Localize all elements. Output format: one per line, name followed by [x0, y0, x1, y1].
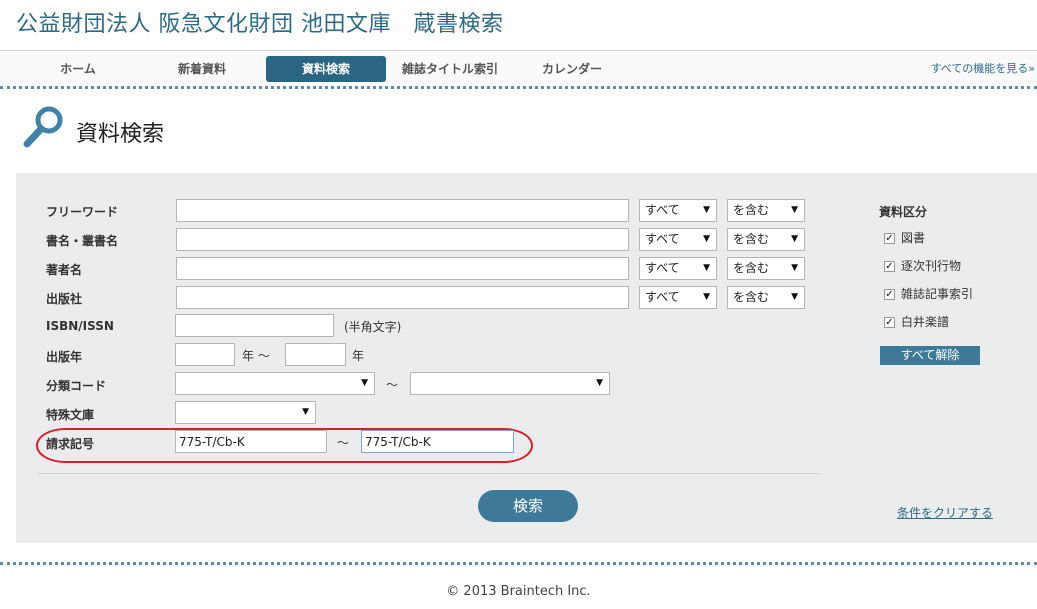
title-scope-select[interactable]: すべて ▼ [639, 228, 717, 251]
chevron-down-icon: ▼ [791, 263, 798, 273]
author-scope-select[interactable]: すべて ▼ [639, 257, 717, 280]
year-to-input[interactable] [285, 343, 346, 366]
page-title: 資料検索 [76, 122, 165, 147]
chevron-down-icon: ▼ [791, 205, 798, 215]
callno-to-input[interactable] [361, 430, 514, 453]
special-library-label: 特殊文庫 [46, 408, 95, 422]
freeword-scope-select[interactable]: すべて ▼ [639, 199, 717, 222]
checkbox-checked[interactable]: ✓ [884, 233, 895, 244]
freeword-scope-value: すべて [645, 203, 680, 217]
publisher-match-select[interactable]: を含む ▼ [727, 286, 805, 309]
clear-all-categories-button[interactable]: すべて解除 [880, 346, 980, 365]
category-heading: 資料区分 [879, 205, 928, 219]
year-label: 出版年 [46, 350, 83, 364]
publisher-match-value: を含む [733, 290, 770, 304]
isbn-label: ISBN/ISSN [46, 319, 114, 333]
publisher-scope-value: すべて [645, 290, 680, 304]
author-match-select[interactable]: を含む ▼ [727, 257, 805, 280]
nav-item-magazine-index[interactable]: 雑誌タイトル索引 [392, 56, 508, 82]
chevron-down-icon: ▼ [302, 407, 309, 417]
callno-label: 請求記号 [46, 437, 95, 451]
search-button[interactable]: 検索 [478, 490, 578, 522]
classification-to-select[interactable]: ▼ [410, 372, 610, 395]
clear-conditions-link[interactable]: 条件をクリアする [897, 504, 993, 521]
publisher-scope-select[interactable]: すべて ▼ [639, 286, 717, 309]
title-match-value: を含む [733, 232, 770, 246]
search-panel: フリーワード すべて ▼ を含む ▼ 書名・叢書名 すべて ▼ を含む ▼ 著者名 すべ… [16, 173, 1037, 543]
category-item-article-index[interactable]: ✓ 雑誌記事索引 [884, 285, 973, 302]
classification-from-select[interactable]: ▼ [175, 372, 375, 395]
chevron-down-icon: ▼ [361, 378, 368, 388]
nav-item-material-search[interactable]: 資料検索 [266, 56, 386, 82]
checkbox-checked[interactable]: ✓ [884, 289, 895, 300]
category-item-shirai-scores[interactable]: ✓ 白井楽譜 [884, 313, 949, 330]
isbn-note: (半角文字) [344, 320, 402, 334]
category-label: 逐次刊行物 [901, 259, 962, 273]
chevron-down-icon: ▼ [703, 292, 710, 302]
freeword-match-value: を含む [733, 203, 770, 217]
classification-range-separator: ～ [386, 378, 399, 392]
category-label: 図書 [901, 231, 926, 245]
form-divider [38, 473, 820, 474]
freeword-label: フリーワード [46, 205, 119, 219]
freeword-match-select[interactable]: を含む ▼ [727, 199, 805, 222]
chevron-down-icon: ▼ [791, 234, 798, 244]
author-input[interactable] [176, 257, 629, 280]
publisher-label: 出版社 [46, 292, 83, 306]
chevron-down-icon: ▼ [703, 234, 710, 244]
classification-label: 分類コード [46, 379, 107, 393]
nav-item-home[interactable]: ホーム [30, 56, 126, 82]
nav-item-calendar[interactable]: カレンダー [524, 56, 620, 82]
checkbox-checked[interactable]: ✓ [884, 317, 895, 328]
publisher-input[interactable] [176, 286, 629, 309]
chevron-down-icon: ▼ [596, 378, 603, 388]
category-label: 雑誌記事索引 [901, 287, 974, 301]
category-label: 白井楽譜 [901, 315, 950, 329]
nav-dotted-divider [0, 86, 1037, 89]
author-scope-value: すべて [645, 261, 680, 275]
chevron-down-icon: ▼ [703, 263, 710, 273]
title-scope-value: すべて [645, 232, 680, 246]
title-input[interactable] [176, 228, 629, 251]
isbn-input[interactable] [175, 314, 334, 337]
special-library-select[interactable]: ▼ [175, 401, 316, 424]
search-icon [23, 106, 63, 148]
footer-dotted-divider [0, 562, 1037, 565]
main-nav: ホーム 新着資料 資料検索 雑誌タイトル索引 カレンダー すべての機能を見る» [0, 52, 1037, 84]
title-label: 書名・叢書名 [46, 234, 119, 248]
callno-from-input[interactable] [175, 430, 327, 453]
category-item-books[interactable]: ✓ 図書 [884, 229, 925, 246]
chevron-down-icon: ▼ [791, 292, 798, 302]
nav-item-new-arrivals[interactable]: 新着資料 [154, 56, 250, 82]
year-from-input[interactable] [175, 343, 235, 366]
category-item-serials[interactable]: ✓ 逐次刊行物 [884, 257, 961, 274]
freeword-input[interactable] [176, 199, 629, 222]
checkbox-checked[interactable]: ✓ [884, 261, 895, 272]
chevron-down-icon: ▼ [703, 205, 710, 215]
site-title: 公益財団法人 阪急文化財団 池田文庫 蔵書検索 [16, 12, 504, 37]
header-divider [0, 50, 1037, 51]
year-unit: 年 [352, 349, 365, 363]
title-match-select[interactable]: を含む ▼ [727, 228, 805, 251]
callno-range-separator: ～ [337, 436, 350, 450]
author-label: 著者名 [46, 263, 83, 277]
author-match-value: を含む [733, 261, 770, 275]
year-range-separator: 年 ～ [242, 349, 270, 363]
all-features-link[interactable]: すべての機能を見る» [930, 60, 1035, 76]
footer-copyright: © 2013 Braintech Inc. [446, 584, 591, 599]
